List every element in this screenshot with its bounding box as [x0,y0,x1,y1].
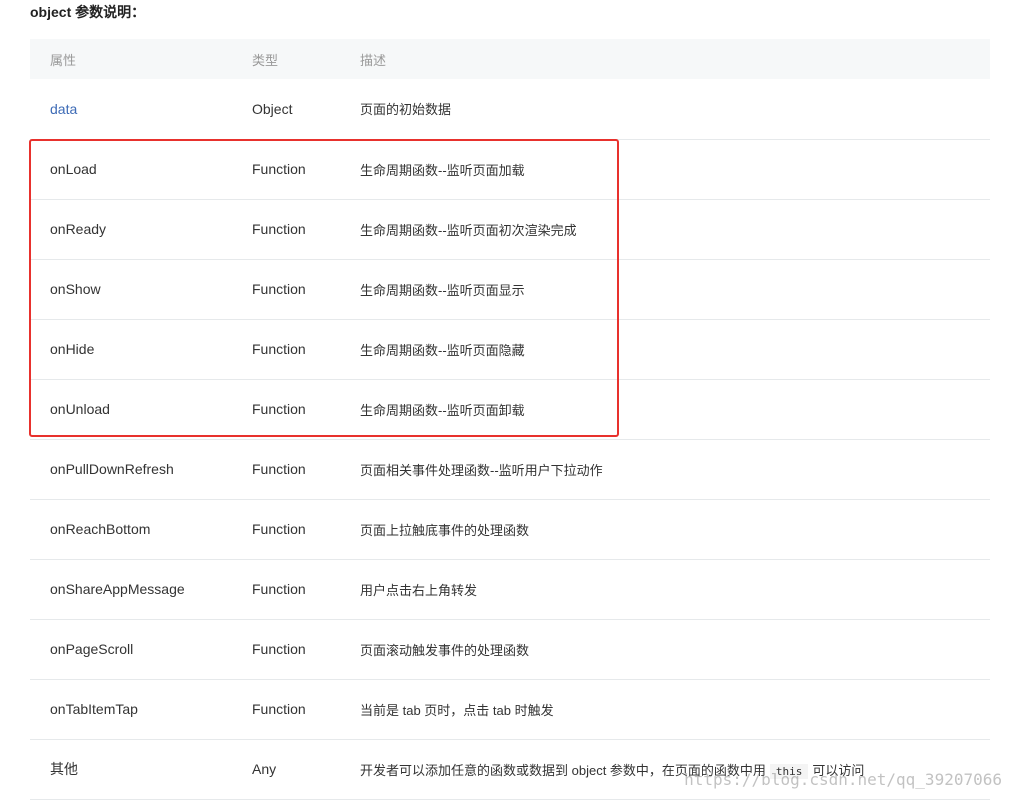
type-cell: Function [232,499,340,560]
table-row: onShow Function 生命周期函数--监听页面显示 [30,259,990,320]
table-row: onShareAppMessage Function 用户点击右上角转发 [30,559,990,620]
property-cell: onReady [30,199,232,260]
type-cell: Function [232,259,340,320]
description-cell: 页面滚动触发事件的处理函数 [340,619,990,680]
description-cell: 用户点击右上角转发 [340,559,990,620]
type-cell: Function [232,199,340,260]
description-cell: 生命周期函数--监听页面卸载 [340,379,990,440]
property-cell: onLoad [30,139,232,200]
table-row: onTabItemTap Function 当前是 tab 页时，点击 tab … [30,679,990,740]
table-row: onPageScroll Function 页面滚动触发事件的处理函数 [30,619,990,680]
property-cell: onHide [30,319,232,380]
table-row: onReady Function 生命周期函数--监听页面初次渲染完成 [30,199,990,260]
table-row: onReachBottom Function 页面上拉触底事件的处理函数 [30,499,990,560]
type-cell: Any [232,739,340,800]
property-cell: onReachBottom [30,499,232,560]
description-cell: 生命周期函数--监听页面加载 [340,139,990,200]
property-cell: onShareAppMessage [30,559,232,620]
watermark-text: https://blog.csdn.net/qq_39207066 [684,770,1002,789]
type-cell: Function [232,679,340,740]
header-description: 描述 [340,39,990,79]
property-cell: onPageScroll [30,619,232,680]
header-type: 类型 [232,39,340,79]
description-cell: 开发者可以添加任意的函数或数据到 object 参数中，在页面的函数中用 this… [340,739,990,800]
table-row: data Object 页面的初始数据 [30,79,990,140]
section-heading: object 参数说明： [30,4,146,20]
property-cell: 其他 [30,739,232,800]
type-cell: Function [232,619,340,680]
table-row: onHide Function 生命周期函数--监听页面隐藏 [30,319,990,380]
description-cell: 生命周期函数--监听页面显示 [340,259,990,320]
type-cell: Function [232,319,340,380]
property-link-data[interactable]: data [30,79,232,140]
description-cell: 生命周期函数--监听页面隐藏 [340,319,990,380]
description-cell: 页面的初始数据 [340,79,990,140]
property-cell: onTabItemTap [30,679,232,740]
type-cell: Object [232,79,340,140]
table-header-row: 属性 类型 描述 [30,39,990,79]
property-cell: onUnload [30,379,232,440]
type-cell: Function [232,139,340,200]
table-row: onLoad Function 生命周期函数--监听页面加载 [30,139,990,200]
table-row: 其他 Any 开发者可以添加任意的函数或数据到 object 参数中，在页面的函… [30,739,990,800]
params-table: 属性 类型 描述 data Object 页面的初始数据 onLoad Func… [30,39,990,800]
description-cell: 页面相关事件处理函数--监听用户下拉动作 [340,439,990,500]
property-cell: onShow [30,259,232,320]
table-row: onPullDownRefresh Function 页面相关事件处理函数--监… [30,439,990,500]
description-cell: 页面上拉触底事件的处理函数 [340,499,990,560]
header-property: 属性 [30,39,232,79]
type-cell: Function [232,439,340,500]
type-cell: Function [232,559,340,620]
type-cell: Function [232,379,340,440]
description-cell: 生命周期函数--监听页面初次渲染完成 [340,199,990,260]
description-cell: 当前是 tab 页时，点击 tab 时触发 [340,679,990,740]
table-row: onUnload Function 生命周期函数--监听页面卸载 [30,379,990,440]
property-cell: onPullDownRefresh [30,439,232,500]
